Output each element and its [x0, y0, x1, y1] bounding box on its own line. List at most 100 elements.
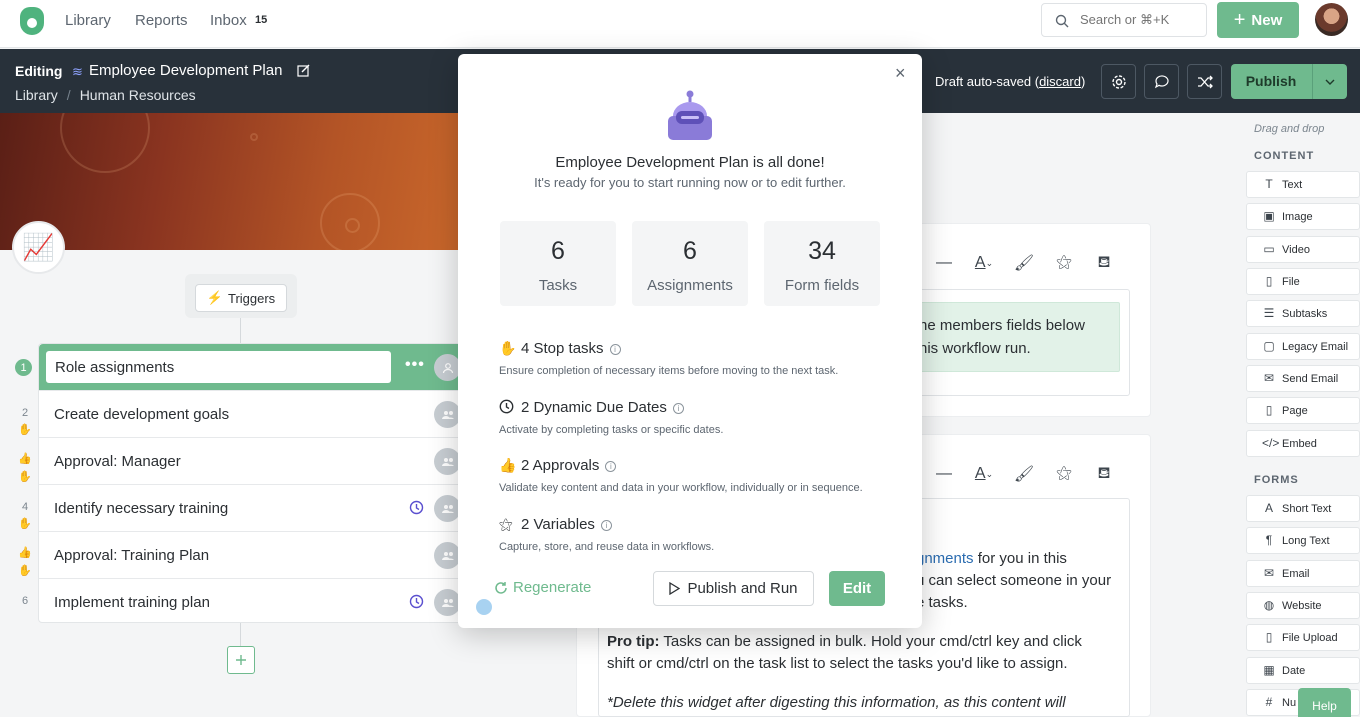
nav-library[interactable]: Library	[65, 12, 111, 29]
task-row[interactable]: Identify necessary training	[39, 485, 463, 532]
task-name: Create development goals	[54, 406, 230, 423]
breadcrumb-human-resources[interactable]: Human Resources	[80, 87, 196, 103]
widget-short-text[interactable]: A Short Text	[1246, 495, 1360, 522]
publish-label[interactable]: Publish	[1231, 64, 1311, 99]
group-assignee-icon[interactable]	[434, 495, 461, 522]
triggers-label: Triggers	[227, 290, 276, 306]
info-icon[interactable]: i	[672, 403, 684, 414]
nav-inbox[interactable]: Inbox	[210, 12, 247, 29]
stat-label: Form fields	[784, 277, 860, 294]
comments-button[interactable]	[1144, 64, 1179, 99]
workflow-chart-icon[interactable]: 📈	[12, 221, 65, 274]
widget-file[interactable]: ▯ File	[1246, 268, 1360, 295]
highlight-brush-icon[interactable]: 🖌	[1004, 462, 1044, 486]
task-row[interactable]: Approval: Manager	[39, 438, 463, 485]
widget-video[interactable]: ▭ Video	[1246, 236, 1360, 263]
widget-website[interactable]: ◍ Website	[1246, 592, 1360, 619]
close-icon[interactable]: ×	[895, 64, 906, 82]
publish-and-run-button[interactable]: Publish and Run	[653, 571, 814, 606]
widget-file-upload[interactable]: ▯ File Upload	[1246, 624, 1360, 651]
highlight-brush-icon[interactable]: 🖌	[1004, 251, 1044, 275]
divider-icon[interactable]: —	[924, 251, 964, 275]
settings-button[interactable]	[1101, 64, 1136, 99]
stat-value: 34	[808, 237, 836, 265]
widget-send-email[interactable]: ✉ Send Email	[1246, 365, 1360, 392]
group-assignee-icon[interactable]	[434, 589, 461, 616]
variable-wand-icon[interactable]: ⚝	[1044, 251, 1084, 275]
stat-assignments: 6 Assignments	[632, 221, 748, 306]
lightning-icon: ⚡	[206, 290, 223, 305]
triggers-container: ⚡ Triggers	[185, 274, 297, 318]
callout-box[interactable]: he members fields below his workflow run…	[900, 302, 1120, 372]
triggers-button[interactable]: ⚡ Triggers	[195, 284, 287, 312]
widget-text[interactable]: T Text	[1246, 171, 1360, 198]
widget-subtasks[interactable]: ☰ Subtasks	[1246, 300, 1360, 327]
search-input[interactable]	[1080, 12, 1200, 27]
task-name-input[interactable]: Role assignments	[46, 351, 391, 383]
widget-long-text[interactable]: ¶ Long Text	[1246, 527, 1360, 554]
widget-legacy-email[interactable]: ▢ Legacy Email	[1246, 333, 1360, 360]
workflow-title[interactable]: Employee Development Plan	[89, 62, 282, 79]
info-icon[interactable]: i	[609, 344, 621, 355]
feature-title: 2 Approvals	[521, 457, 600, 474]
new-button[interactable]: + New	[1217, 2, 1299, 38]
nav-reports[interactable]: Reports	[135, 12, 188, 29]
paint-bucket-icon[interactable]: ⛾	[1084, 462, 1124, 486]
file-upload-icon: ▯	[1265, 630, 1273, 644]
edit-pencil-icon[interactable]	[297, 64, 310, 77]
add-task-button[interactable]	[227, 646, 255, 674]
assignee-avatar-icon[interactable]	[434, 354, 461, 381]
publish-button[interactable]: Publish	[1231, 64, 1347, 99]
logic-button[interactable]	[1187, 64, 1222, 99]
task-row[interactable]: Implement training plan	[39, 579, 463, 626]
publish-options-button[interactable]	[1312, 64, 1347, 99]
task-row-role-assignments[interactable]: Role assignments •••	[39, 344, 463, 391]
feature-desc: Ensure completion of necessary items bef…	[499, 365, 839, 377]
new-button-label: New	[1251, 11, 1283, 29]
paint-bucket-icon[interactable]: ⛾	[1084, 251, 1124, 275]
task-name: Approval: Manager	[54, 453, 181, 470]
task-row[interactable]: Approval: Training Plan	[39, 532, 463, 579]
group-assignee-icon[interactable]	[434, 542, 461, 569]
stat-label: Tasks	[538, 277, 578, 294]
breadcrumb-library[interactable]: Library	[15, 87, 58, 103]
page-icon: ▯	[1265, 403, 1273, 417]
text-color-icon[interactable]: A ⌄	[964, 462, 1004, 486]
group-assignee-icon[interactable]	[434, 401, 461, 428]
text-color-icon[interactable]: A ⌄	[964, 251, 1004, 275]
stop-hand-icon: ✋	[18, 471, 32, 483]
app-logo-icon[interactable]	[20, 7, 44, 35]
discard-link[interactable]: discard	[1039, 74, 1081, 89]
widget-image[interactable]: ▣ Image	[1246, 203, 1360, 230]
callout-text: his workflow run.	[919, 340, 1031, 357]
widget-embed[interactable]: </> Embed	[1246, 430, 1360, 457]
task-row[interactable]: Create development goals	[39, 391, 463, 438]
regenerate-button[interactable]: Regenerate	[494, 579, 591, 596]
forms-heading: FORMS	[1254, 474, 1299, 486]
variable-wand-icon[interactable]: ⚝	[1044, 462, 1084, 486]
short-text-icon: A	[1264, 501, 1273, 515]
delete-note-text: *Delete this widget after digesting this…	[607, 694, 1066, 711]
widget-page[interactable]: ▯ Page	[1246, 397, 1360, 424]
more-options-icon[interactable]: •••	[405, 356, 425, 374]
modal-title: Employee Development Plan is all done!	[555, 154, 825, 171]
editing-label: Editing	[15, 63, 63, 79]
group-assignee-icon[interactable]	[434, 448, 461, 475]
refresh-icon	[495, 581, 507, 594]
regenerate-label: Regenerate	[513, 579, 592, 596]
autosave-status: Draft auto-saved (discard)	[935, 74, 1086, 89]
stat-form-fields: 34 Form fields	[764, 221, 880, 306]
search-box[interactable]	[1041, 3, 1207, 37]
widget-email[interactable]: ✉ Email	[1246, 560, 1360, 587]
widget-text: u can select someone in your	[916, 572, 1112, 589]
user-avatar[interactable]	[1315, 3, 1348, 36]
assignments-link[interactable]: gnments	[916, 550, 974, 567]
widget-date[interactable]: ▦ Date	[1246, 657, 1360, 684]
modal-subtitle: It's ready for you to start running now …	[534, 175, 846, 190]
search-icon	[1055, 14, 1069, 28]
info-icon[interactable]: i	[600, 520, 612, 531]
edit-button[interactable]: Edit	[829, 571, 885, 606]
info-icon[interactable]: i	[605, 461, 617, 472]
help-button[interactable]: Help	[1298, 688, 1351, 717]
divider-icon[interactable]: —	[924, 462, 964, 486]
